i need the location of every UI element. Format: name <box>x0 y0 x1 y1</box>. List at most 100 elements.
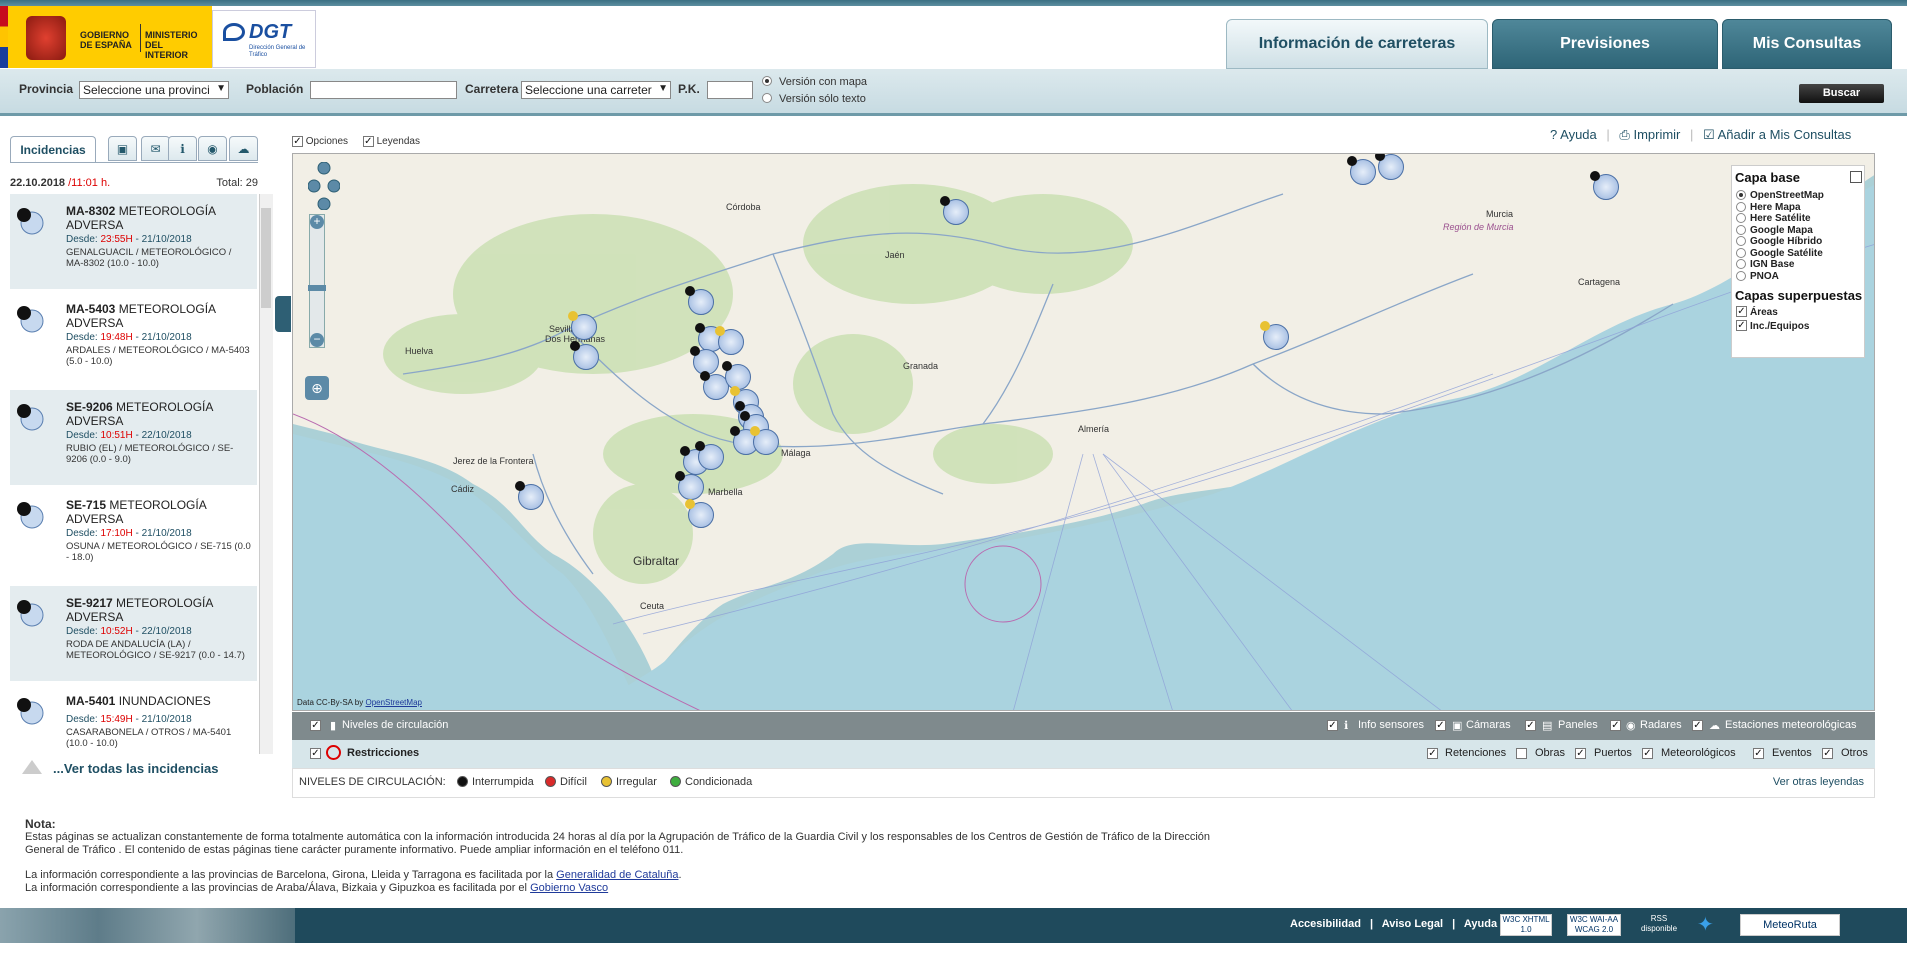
scrollbar-thumb[interactable] <box>261 208 271 308</box>
incident-marker-icon[interactable] <box>750 426 779 455</box>
gobierno-vasco-link[interactable]: Gobierno Vasco <box>530 882 608 894</box>
incident-marker-icon[interactable] <box>515 481 544 510</box>
tab-incidencias[interactable]: Incidencias <box>10 136 96 163</box>
base-layer-radio[interactable] <box>1736 213 1746 223</box>
print-icon: ⎙ <box>1619 127 1630 142</box>
minimize-layers-button[interactable] <box>1850 171 1862 183</box>
puertos-checkbox[interactable]: ✓ <box>1575 748 1586 759</box>
restricciones-checkbox[interactable]: ✓ <box>310 748 321 759</box>
incident-marker-icon[interactable] <box>940 196 969 225</box>
ayuda-footer-link[interactable]: Ayuda <box>1464 918 1497 930</box>
incident-marker-icon[interactable] <box>715 326 744 355</box>
weather-alert-icon <box>17 306 44 333</box>
tab-previsiones[interactable]: Previsiones <box>1492 19 1718 69</box>
inc-equipos-checkbox[interactable]: ✓ <box>1736 320 1747 331</box>
tab-mis-consultas[interactable]: Mis Consultas <box>1722 19 1892 69</box>
government-logo[interactable]: GOBIERNO DE ESPAÑA MINISTERIO DEL INTERI… <box>0 6 212 68</box>
base-layer-radio[interactable] <box>1736 247 1746 258</box>
incident-time: 10:52H <box>100 626 133 637</box>
incident-time: 10:51H <box>100 430 133 441</box>
zoom-handle[interactable] <box>308 285 326 291</box>
tab-divider <box>10 162 258 163</box>
nota-title: Nota: <box>25 817 56 831</box>
imprimir-link[interactable]: Imprimir <box>1633 127 1680 142</box>
incident-marker-icon[interactable] <box>685 499 714 528</box>
camaras-checkbox[interactable]: ✓ <box>1435 720 1446 731</box>
incident-item[interactable]: MA-8302 METEOROLOGÍA ADVERSA Desde: 23:55… <box>10 194 257 289</box>
wai-aa-badge[interactable]: W3C WAI-AA WCAG 2.0 <box>1567 914 1621 936</box>
eventos-checkbox[interactable]: ✓ <box>1753 748 1764 759</box>
incident-item[interactable]: SE-9217 METEOROLOGÍA ADVERSA Desde: 10:52… <box>10 586 257 681</box>
generalidad-cataluna-link[interactable]: Generalidad de Cataluña <box>556 869 678 881</box>
meteorologicos-checkbox[interactable]: ✓ <box>1642 748 1653 759</box>
info-sensores-checkbox[interactable]: ✓ <box>1327 720 1338 731</box>
otros-checkbox[interactable]: ✓ <box>1822 748 1833 759</box>
version-texto-radio[interactable] <box>762 93 772 103</box>
incident-item[interactable]: SE-715 METEOROLOGÍA ADVERSA Desde: 17:10H… <box>10 488 257 583</box>
provincia-select[interactable]: Seleccione una provinci ▼ <box>79 81 229 99</box>
incident-marker-icon[interactable] <box>695 441 724 470</box>
incident-marker-icon[interactable] <box>1375 154 1404 180</box>
incident-item[interactable]: MA-5403 METEOROLOGÍA ADVERSA Desde: 19:48… <box>10 292 257 387</box>
obras-checkbox[interactable] <box>1516 748 1527 759</box>
base-layer-radio[interactable] <box>1736 201 1746 212</box>
zoom-in-button[interactable]: + <box>310 215 324 229</box>
meteoruta-badge[interactable]: MeteoRuta <box>1740 914 1840 936</box>
incident-marker-icon[interactable] <box>675 471 704 500</box>
ayuda-link[interactable]: Ayuda <box>1560 127 1597 142</box>
incident-item[interactable]: MA-5401 INUNDACIONES Desde: 15:49H - 21/1… <box>10 684 257 754</box>
weather-alert-icon <box>17 600 44 627</box>
base-layer-radio[interactable] <box>1736 236 1746 246</box>
retenciones-checkbox[interactable]: ✓ <box>1427 748 1438 759</box>
tab-camaras-icon[interactable]: ▣ <box>108 136 137 161</box>
accesibilidad-link[interactable]: Accesibilidad <box>1290 918 1361 930</box>
dgt-logo[interactable]: DGT Dirección General de Tráfico <box>212 10 316 68</box>
tab-info-icon[interactable]: ℹ <box>168 136 197 161</box>
base-layer-radio[interactable] <box>1736 224 1746 235</box>
tab-informacion-carreteras[interactable]: Información de carreteras <box>1226 19 1488 69</box>
base-layer-radio[interactable] <box>1736 190 1746 200</box>
tab-meteo-icon[interactable]: ☁ <box>229 136 258 161</box>
pan-control[interactable] <box>307 161 341 211</box>
tab-radares-icon[interactable]: ◉ <box>198 136 227 161</box>
collapse-panel-button[interactable] <box>275 296 291 332</box>
base-layer-radio[interactable] <box>1736 270 1746 281</box>
incident-marker-icon[interactable] <box>685 286 714 315</box>
w3c-xhtml-badge[interactable]: W3C XHTML 1.0 <box>1500 914 1552 936</box>
opciones-checkbox[interactable]: ✓ <box>292 136 303 147</box>
incident-item[interactable]: SE-9206 METEOROLOGÍA ADVERSA Desde: 10:51… <box>10 390 257 485</box>
buscar-button[interactable]: Buscar <box>1799 84 1884 103</box>
zoom-box-icon[interactable]: ⊕ <box>305 376 329 400</box>
incident-marker-icon[interactable] <box>1347 156 1376 185</box>
pk-input[interactable] <box>707 81 753 99</box>
estaciones-checkbox[interactable]: ✓ <box>1692 720 1703 731</box>
leyendas-checkbox[interactable]: ✓ <box>362 136 374 147</box>
version-mapa-label: Versión con mapa <box>779 76 868 88</box>
poblacion-input[interactable] <box>310 81 457 99</box>
ver-otras-leyendas-link[interactable]: Ver otras leyendas <box>1773 776 1864 788</box>
ver-todas-link[interactable]: ...Ver todas las incidencias <box>53 761 218 776</box>
incident-marker-icon[interactable] <box>568 311 597 340</box>
osm-link[interactable]: OpenStreetMap <box>365 698 421 707</box>
rss-badge[interactable]: RSS disponible <box>1636 914 1682 936</box>
tab-paneles-icon[interactable]: ✉ <box>141 136 170 161</box>
version-mapa-radio[interactable] <box>762 76 772 86</box>
road-map[interactable]: Córdoba Jaén Murcia Región de Murcia Sevilla… <box>292 153 1875 711</box>
paneles-checkbox[interactable]: ✓ <box>1525 720 1536 731</box>
incident-marker-icon[interactable] <box>1260 321 1289 350</box>
incident-marker-icon[interactable] <box>570 341 599 370</box>
areas-checkbox[interactable]: ✓ <box>1736 306 1747 317</box>
aviso-legal-link[interactable]: Aviso Legal <box>1382 918 1443 930</box>
zoom-slider[interactable]: + − <box>308 214 326 348</box>
twitter-icon[interactable]: ✦ <box>1697 914 1721 936</box>
carretera-select[interactable]: Seleccione una carreter ▼ <box>521 81 671 99</box>
anadir-link[interactable]: Añadir a Mis Consultas <box>1718 127 1852 142</box>
estaciones-label: Estaciones meteorológicas <box>1725 719 1857 731</box>
inc-equipos-label: Inc./Equipos <box>1750 321 1810 332</box>
incident-description: OSUNA / METEOROLÓGICO / SE-715 (0.0 - 18… <box>66 541 251 563</box>
incident-marker-icon[interactable] <box>1590 171 1619 200</box>
niveles-checkbox[interactable]: ✓ <box>310 720 321 731</box>
radares-checkbox[interactable]: ✓ <box>1610 720 1621 731</box>
zoom-out-button[interactable]: − <box>310 333 324 347</box>
base-layer-radio[interactable] <box>1736 259 1746 269</box>
